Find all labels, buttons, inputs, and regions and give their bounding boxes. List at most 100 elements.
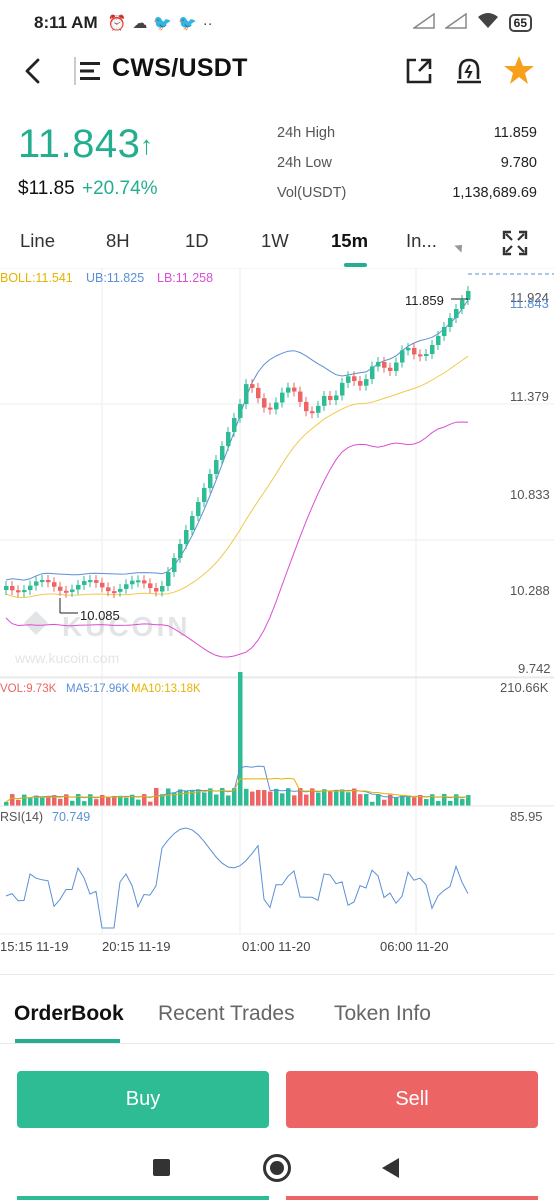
candle-up [202,488,207,502]
volume-bar [106,797,111,806]
time-axis-2: 20:15 11-19 [102,939,170,954]
candle-down [106,587,111,592]
candle-up [370,366,375,380]
volume-bar [76,794,81,806]
candle-up [454,309,459,318]
cloud-icon: ☁ [132,15,148,32]
tab-line[interactable]: Line [20,230,55,252]
ma5-label: MA5:17.96K [66,683,130,695]
volume-bar [346,792,351,806]
volume-bar [154,788,159,806]
candle-up [34,581,39,586]
alarm-icon: ⏰ [107,15,127,32]
volume-bar [388,794,393,806]
candle-down [16,590,21,593]
volume-bar [142,794,147,806]
pair-menu-icon[interactable] [74,57,102,85]
stat-value-volume: 1,138,689.69 [452,185,537,201]
volume-bar [442,794,447,806]
candle-down [298,391,303,402]
wifi-icon [477,12,499,35]
volume-bar [304,794,309,806]
ma10-label: MA10:13.18K [131,683,201,695]
candle-down [100,582,105,588]
tab-orderbook[interactable]: OrderBook [14,1002,124,1026]
volume-bar [82,801,87,806]
nav-back-icon[interactable] [382,1158,399,1178]
status-right-icons: 65 [411,12,532,35]
rsi-label: RSI(14) [0,810,43,824]
candle-down [328,395,333,401]
lb-label: LB:11.258 [157,271,213,285]
candle-up [238,404,243,418]
boll-label: BOLL:11.541 [0,271,73,285]
candle-up [232,418,237,432]
pair-title[interactable]: CWS/USDT [112,54,248,83]
volume-bar [4,802,9,806]
tab-1d[interactable]: 1D [185,230,209,252]
candle-up [184,530,189,544]
volume-bar [16,799,21,806]
twitter-icon: 🐦 [178,15,197,32]
tab-indicators[interactable]: In... [406,230,437,252]
volume-bar [274,788,279,806]
recents-icon[interactable] [153,1159,170,1176]
vol-label: VOL:9.73K [0,683,57,695]
candle-down [154,588,159,592]
fullscreen-icon[interactable] [502,230,528,256]
tab-recent-trades[interactable]: Recent Trades [158,1002,295,1026]
candle-up [340,382,345,396]
tab-15m[interactable]: 15m [331,230,368,252]
volume-bar [400,795,405,806]
price-alert-icon[interactable] [454,56,484,86]
volume-bar [292,795,297,806]
back-button[interactable] [18,55,50,87]
volume-bar [148,801,153,806]
candle-up [178,544,183,558]
price-chart[interactable]: KUCOIN www.kucoin.com 11.859 10.085 11.9… [0,267,554,960]
home-icon[interactable] [263,1154,291,1182]
volume-bar [178,789,183,806]
volume-bar [244,788,249,806]
candle-up [22,590,27,593]
candle-up [172,558,177,572]
volume-bar [46,797,51,806]
volume-bar [376,794,381,806]
volume-bar [94,799,99,806]
usd-price: $11.85 [18,178,75,199]
twitter-icon: 🐦 [153,15,172,32]
change-percent: +20.74% [82,178,158,199]
volume-bar [124,797,129,806]
favorite-star-icon[interactable] [503,54,535,86]
volume-bar [262,790,267,806]
candle-up [214,460,219,474]
price-axis-current: 11.843 [510,296,549,311]
sell-button[interactable]: Sell [286,1071,538,1128]
candle-up [88,580,93,583]
tab-1w[interactable]: 1W [261,230,289,252]
price-axis-2: 11.379 [510,389,549,404]
volume-bar [340,789,345,806]
more-icon: ·· [202,14,213,32]
volume-bar [454,794,459,806]
share-icon[interactable] [404,56,434,86]
tab-8h[interactable]: 8H [106,230,130,252]
candle-up [70,589,75,592]
signal-icon [411,12,435,34]
price-axis-5: 9.742 [518,661,551,676]
status-left-icons: ⏰ ☁ 🐦 🐦 ·· [107,14,213,33]
volume-bar [382,799,387,806]
stat-value-high: 11.859 [493,125,537,141]
signal-icon [443,12,467,34]
buy-button[interactable]: Buy [17,1071,269,1128]
tab-token-info[interactable]: Token Info [334,1002,431,1026]
volume-bar [28,798,33,806]
candle-up [82,581,87,585]
last-price: 11.843 [18,122,141,166]
chart-canvas[interactable]: KUCOIN www.kucoin.com 11.859 10.085 11.9… [0,267,554,960]
candle-up [364,379,369,386]
stat-label-volume: Vol(USDT) [277,185,347,201]
candle-up [316,405,321,413]
volume-bar [394,797,399,806]
watermark-url: www.kucoin.com [14,650,119,666]
